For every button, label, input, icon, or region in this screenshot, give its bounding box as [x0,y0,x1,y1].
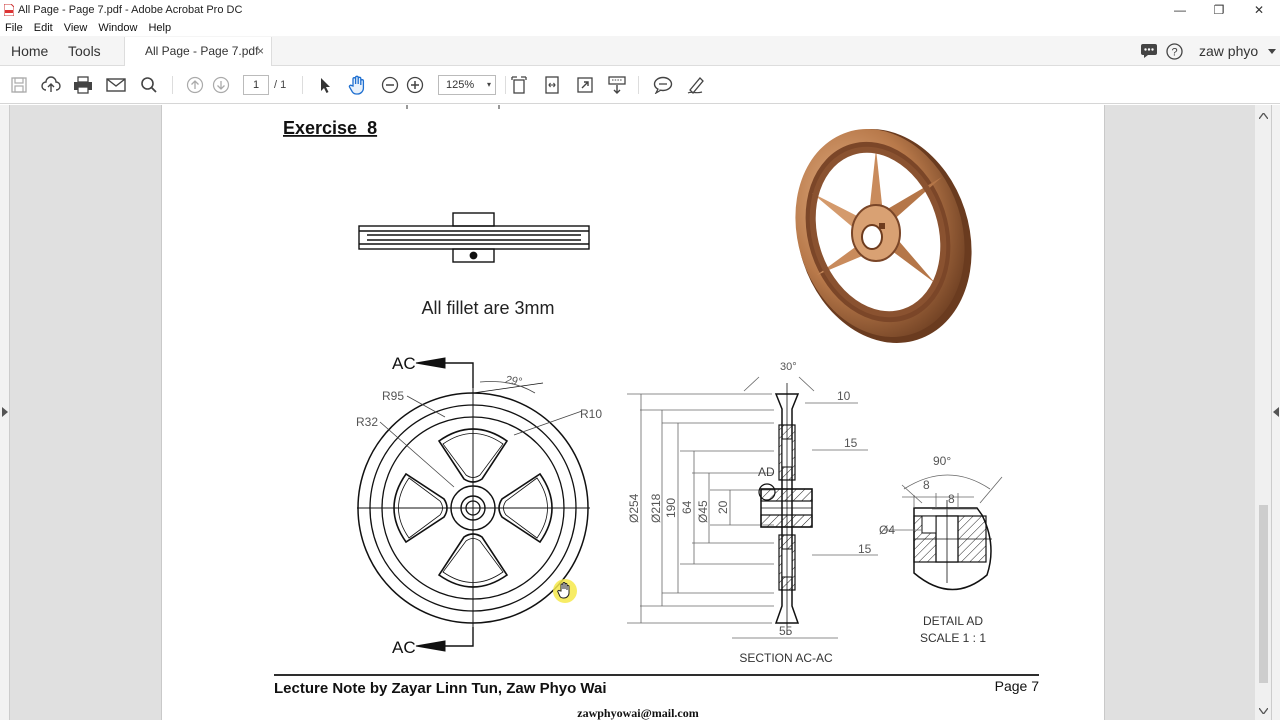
comment-icon[interactable] [650,66,676,104]
scrollbar-thumb[interactable] [1259,505,1268,683]
chevron-down-icon: ▾ [486,80,491,89]
sign-pen-icon[interactable] [683,66,709,104]
detail-marker-ad: AD [758,465,775,479]
section-caption: SECTION AC-AC [739,651,833,665]
detail-scale: SCALE 1 : 1 [920,631,986,645]
page-total: / 1 [274,79,287,91]
page-number-input[interactable]: 1 [243,75,269,95]
fillet-note: All fillet are 3mm [421,298,554,318]
dim-254: Ø254 [627,493,641,523]
minimize-button[interactable]: — [1160,0,1200,20]
dim-15-top: 15 [844,436,858,450]
tab-document[interactable]: All Page - Page 7.pdf × [124,37,272,66]
select-cursor-icon[interactable] [312,66,338,104]
next-page-icon[interactable] [208,66,234,104]
vertical-scrollbar[interactable] [1255,105,1271,720]
print-icon[interactable] [70,66,96,104]
title-bar: All Page - Page 7.pdf - Adobe Acrobat Pr… [0,0,1280,20]
tab-tools[interactable]: Tools [68,36,101,66]
scroll-up-icon[interactable] [1259,113,1268,119]
user-name[interactable]: zaw phyo [1199,36,1258,66]
menu-bar: File Edit View Window Help [0,20,1280,36]
pdf-file-icon [4,4,14,16]
zoom-out-icon[interactable] [377,66,403,104]
svg-text:?: ? [1171,47,1177,59]
acrobat-window: All Page - Page 7.pdf - Adobe Acrobat Pr… [0,0,1280,720]
zoom-select[interactable]: 125% ▾ [438,75,496,95]
help-icon[interactable]: ? [1166,43,1183,60]
dim-218: Ø218 [649,493,663,523]
section-marker-top: AC [392,354,416,373]
toolbar: 1 / 1 125% ▾ [0,66,1280,104]
dim-r32: R32 [356,415,378,429]
detail-view-drawing [884,474,1003,591]
detail-caption: DETAIL AD [923,614,983,628]
dim-55: 55 [779,624,793,638]
dim-8-right: 8 [948,492,955,506]
fit-width-icon[interactable] [539,66,565,104]
restore-button[interactable]: ❐ [1199,0,1239,20]
expand-left-pane-icon[interactable] [2,407,8,417]
save-icon[interactable] [6,66,32,104]
close-window-button[interactable]: ✕ [1239,0,1279,20]
dim-8-left: 8 [923,478,930,492]
menu-view[interactable]: View [59,22,94,34]
dim-r10: R10 [580,407,602,421]
pulley-3d-render [795,129,972,343]
toolbar-separator [638,76,639,94]
exercise-title: Exercise_8 [283,118,377,138]
chevron-down-icon[interactable] [1268,49,1276,55]
left-pane-toggle[interactable] [0,105,10,720]
fit-page-icon[interactable] [506,66,532,104]
dim-angle-29: 29° [504,374,524,388]
tab-home[interactable]: Home [11,36,48,66]
dim-64: 64 [680,500,694,514]
upload-cloud-icon[interactable] [38,66,64,104]
top-view-drawing [358,212,590,263]
toolbar-separator [172,76,173,94]
footer-page-number: Page 7 [995,678,1040,694]
previous-page-icon[interactable] [182,66,208,104]
footer-author: Lecture Note by Zayar Linn Tun, Zaw Phyo… [274,680,607,697]
section-marker-bottom: AC [392,638,416,657]
hand-tool-icon[interactable] [344,66,370,104]
pdf-page: Exercise_8 All fillet are 3mm AC AC 29° … [161,105,1105,720]
menu-help[interactable]: Help [143,22,177,34]
menu-edit[interactable]: Edit [29,22,59,34]
toolbar-separator [302,76,303,94]
document-tab-label: All Page - Page 7.pdf [145,44,259,58]
footer-email: zawphyowai@mail.com [577,706,699,720]
email-icon[interactable] [103,66,129,104]
dim-190: 190 [664,498,678,518]
dim-20: 20 [716,500,730,514]
comment-bubble-icon[interactable] [1140,43,1158,59]
full-screen-icon[interactable] [572,66,598,104]
zoom-in-icon[interactable] [402,66,428,104]
menu-file[interactable]: File [0,22,29,34]
dim-r95: R95 [382,389,404,403]
zoom-value: 125% [446,79,475,91]
dim-10: 10 [837,389,851,403]
keyboard-scroll-icon[interactable] [604,66,630,104]
scroll-down-icon[interactable] [1259,708,1268,714]
tab-bar: Home Tools All Page - Page 7.pdf × ? zaw… [0,36,1280,66]
dim-15-bottom: 15 [858,542,872,556]
dim-angle-90: 90° [933,454,951,468]
menu-window[interactable]: Window [93,22,143,34]
right-pane-toggle[interactable] [1271,105,1280,720]
search-icon[interactable] [136,66,162,104]
expand-right-pane-icon[interactable] [1273,407,1279,417]
dim-angle-30: 30° [780,361,797,373]
window-title: All Page - Page 7.pdf - Adobe Acrobat Pr… [18,4,243,16]
close-tab-icon[interactable]: × [257,37,264,66]
drawing-sheet: Exercise_8 All fillet are 3mm AC AC 29° … [274,105,1040,720]
dim-4: Ø4 [879,523,895,537]
dim-45: Ø45 [696,500,710,523]
